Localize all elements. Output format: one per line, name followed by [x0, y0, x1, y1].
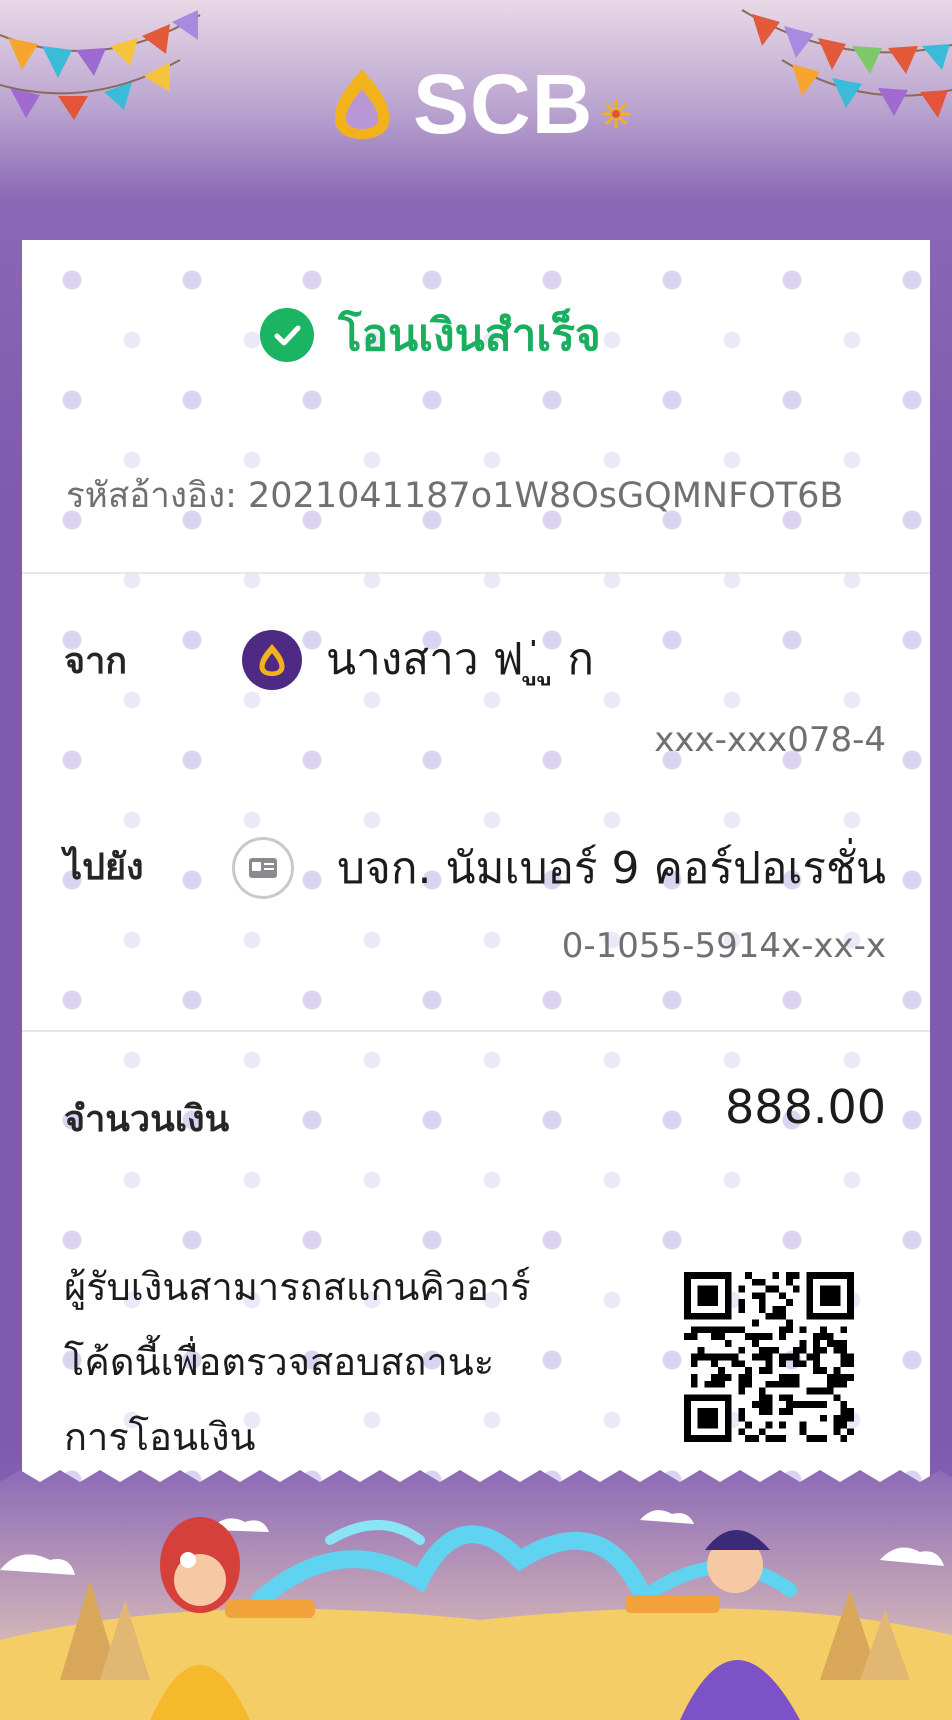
amount-value: 888.00: [725, 1080, 886, 1134]
sparkle-icon: [601, 99, 631, 129]
qr-note-line: โค้ดนี้เพื่อตรวจสอบสถานะ: [64, 1340, 495, 1384]
status-title: โอนเงินสำเร็จ: [338, 310, 601, 361]
songkran-illustration: [0, 1470, 952, 1720]
scb-logo-icon: [334, 69, 390, 139]
bunting-right-decoration: [741, 9, 952, 118]
recipient-name: บจก. นัมเบอร์ 9 คอร์ปอเรชั่น: [337, 843, 886, 894]
sender-name: นางสาว ฟ ู่ ู ก: [326, 634, 594, 685]
scb-logo-icon: [242, 630, 302, 690]
brand-wordmark: SCB: [413, 57, 594, 151]
check-circle-icon: [260, 308, 314, 362]
to-label: ไปยัง: [64, 847, 144, 888]
qr-note-line: การโอนเงิน: [64, 1415, 256, 1459]
divider: [22, 572, 930, 574]
transfer-status: โอนเงินสำเร็จ: [260, 300, 601, 370]
qr-code-icon[interactable]: [684, 1272, 854, 1442]
reference-number: รหัสอ้างอิง: 2021041187o1W8OsGQMNFOT6B: [66, 476, 844, 516]
amount-label: จำนวนเงิน: [64, 1099, 230, 1140]
bunting-left-decoration: [0, 10, 201, 120]
from-label: จาก: [64, 641, 128, 682]
id-card-icon: [232, 837, 294, 899]
scb-logo: SCB: [325, 62, 631, 146]
sender-account: xxx-xxx078-4: [654, 720, 886, 760]
receipt-card: โอนเงินสำเร็จ รหัสอ้างอิง: 2021041187o1W…: [22, 240, 930, 1500]
recipient-account: 0-1055-5914x-xx-x: [561, 926, 886, 966]
qr-note-line: ผู้รับเงินสามารถสแกนคิวอาร์: [64, 1265, 531, 1309]
divider: [22, 1030, 930, 1032]
qr-note: ผู้รับเงินสามารถสแกนคิวอาร์ โค้ดนี้เพื่อ…: [64, 1250, 624, 1475]
